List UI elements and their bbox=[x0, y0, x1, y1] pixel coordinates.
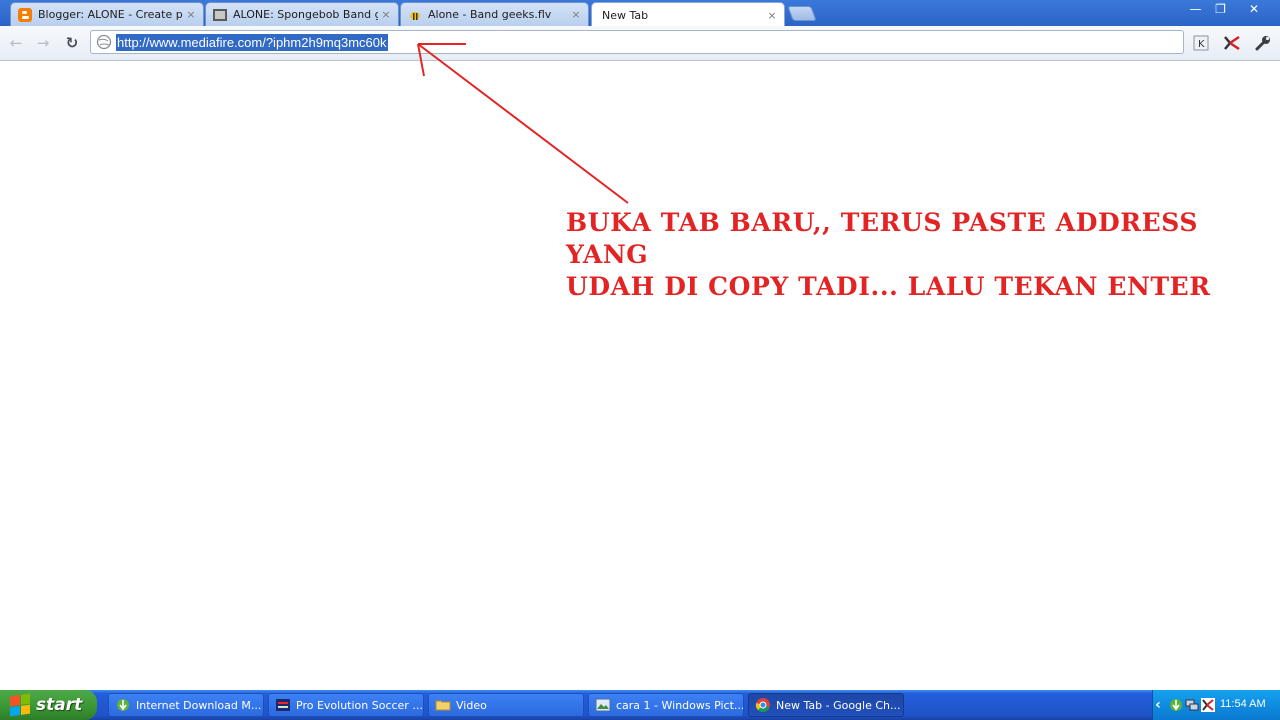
wrench-icon bbox=[1255, 36, 1270, 51]
taskbar-button-picture-viewer[interactable]: cara 1 - Windows Pict... bbox=[588, 693, 744, 717]
tray-network-icon[interactable] bbox=[1184, 697, 1200, 713]
taskbar-button-chrome[interactable]: New Tab - Google Ch... bbox=[748, 693, 904, 717]
taskbar-label: cara 1 - Windows Pict... bbox=[616, 698, 744, 712]
taskbar-button-pes[interactable]: Pro Evolution Soccer ... bbox=[268, 693, 424, 717]
picture-viewer-icon bbox=[595, 697, 611, 713]
taskbar-button-idm[interactable]: Internet Download M... bbox=[108, 693, 264, 717]
tab-band-geeks-flv[interactable]: Alone - Band geeks.flv × bbox=[400, 2, 589, 26]
pes-icon bbox=[275, 697, 291, 713]
annotation-line-1: BUKA TAB BARU,, TERUS PASTE ADDRESS YANG bbox=[566, 208, 1199, 269]
kaspersky-button[interactable] bbox=[1222, 33, 1242, 53]
tab-alone-spongebob[interactable]: ALONE: Spongebob Band geeks × bbox=[205, 2, 399, 26]
annotation-text: BUKA TAB BARU,, TERUS PASTE ADDRESS YANG… bbox=[566, 207, 1266, 303]
start-label: start bbox=[36, 695, 83, 715]
folder-icon bbox=[435, 697, 451, 713]
svg-text:K: K bbox=[1198, 39, 1205, 50]
bee-icon bbox=[407, 7, 423, 23]
tab-strip: Blogger: ALONE - Create post × ALONE: Sp… bbox=[0, 0, 1280, 27]
restore-button[interactable]: ❐ bbox=[1208, 0, 1233, 18]
taskbar-label: Pro Evolution Soccer ... bbox=[296, 698, 423, 712]
tab-close-icon[interactable]: × bbox=[183, 8, 199, 21]
extension-k-button[interactable]: K bbox=[1191, 33, 1211, 53]
chrome-icon bbox=[755, 697, 771, 713]
windows-taskbar: start Internet Download M... Pro Evoluti… bbox=[0, 690, 1280, 720]
address-url-text[interactable]: http://www.mediafire.com/?iphm2h9mq3mc60… bbox=[116, 34, 388, 51]
taskbar-label: New Tab - Google Ch... bbox=[776, 698, 901, 712]
tray-idm-icon[interactable] bbox=[1168, 697, 1184, 713]
kaspersky-icon bbox=[1224, 35, 1240, 51]
tab-close-icon[interactable]: × bbox=[764, 9, 780, 22]
taskbar-label: Internet Download M... bbox=[136, 698, 262, 712]
address-bar[interactable]: http://www.mediafire.com/?iphm2h9mq3mc60… bbox=[90, 30, 1184, 54]
annotation-line-2: UDAH DI COPY TADI... LALU TEKAN ENTER bbox=[566, 272, 1211, 301]
start-button[interactable]: start bbox=[0, 690, 97, 720]
forward-button[interactable]: → bbox=[33, 33, 53, 53]
tab-close-icon[interactable]: × bbox=[378, 8, 394, 21]
taskbar-button-video[interactable]: Video bbox=[428, 693, 584, 717]
tab-title: New Tab bbox=[602, 8, 649, 22]
tab-title: ALONE: Spongebob Band geeks bbox=[233, 8, 378, 21]
tray-expand-chevron-icon[interactable]: ‹ bbox=[1150, 697, 1166, 713]
minimize-button[interactable]: — bbox=[1183, 0, 1208, 18]
k-icon: K bbox=[1193, 35, 1209, 51]
taskbar-label: Video bbox=[456, 698, 487, 712]
globe-icon bbox=[96, 34, 112, 50]
tab-title: Alone - Band geeks.flv bbox=[428, 8, 552, 21]
tray-kaspersky-icon[interactable] bbox=[1200, 697, 1216, 713]
browser-toolbar: ← → ↻ http://www.mediafire.com/?iphm2h9m… bbox=[0, 26, 1280, 61]
idm-icon bbox=[115, 697, 131, 713]
back-button[interactable]: ← bbox=[6, 33, 26, 53]
taskbar-clock: 11:54 AM bbox=[1220, 698, 1266, 710]
new-tab-button[interactable] bbox=[787, 6, 817, 21]
page-icon bbox=[212, 7, 228, 23]
page-content: BUKA TAB BARU,, TERUS PASTE ADDRESS YANG… bbox=[0, 62, 1280, 690]
tab-title: Blogger: ALONE - Create post bbox=[38, 8, 183, 21]
wrench-menu-button[interactable] bbox=[1253, 33, 1273, 53]
tab-blogger[interactable]: Blogger: ALONE - Create post × bbox=[10, 2, 204, 26]
windows-logo-icon bbox=[10, 693, 30, 717]
tab-close-icon[interactable]: × bbox=[568, 8, 584, 21]
close-window-button[interactable]: ✕ bbox=[1240, 0, 1268, 18]
blogger-icon bbox=[17, 7, 33, 23]
tab-new-tab[interactable]: New Tab × bbox=[591, 2, 785, 27]
reload-button[interactable]: ↻ bbox=[62, 33, 82, 53]
